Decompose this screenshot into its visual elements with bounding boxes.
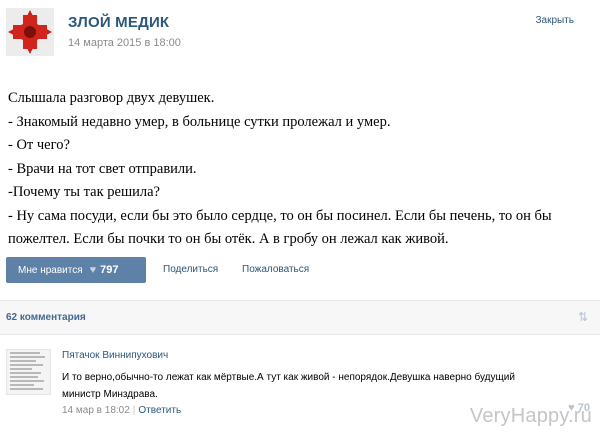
author-name[interactable]: ЗЛОЙ МЕДИК — [68, 14, 169, 31]
post-header: ЗЛОЙ МЕДИК 14 марта 2015 в 18:00 Закрыть — [0, 0, 600, 70]
red-cross-logo — [6, 8, 54, 56]
post-text-line: -Почему ты так решила? — [8, 184, 160, 200]
site-watermark: VeryHappy.ru — [469, 405, 592, 427]
share-link[interactable]: Поделиться — [163, 264, 218, 275]
post-date[interactable]: 14 марта 2015 в 18:00 — [68, 37, 181, 49]
comment-author[interactable]: Пятачок Виннипухович — [62, 350, 168, 361]
comments-header: 62 комментария ⇅ — [0, 300, 600, 335]
post-text-line: - Ну сама посуди, если бы это было сердц… — [8, 207, 552, 248]
post-actions: Мне нравится ♥ 797 Поделиться Пожаловать… — [6, 257, 596, 283]
author-avatar[interactable] — [6, 8, 54, 56]
post-text-line: Слышала разговор двух девушек. — [8, 90, 215, 106]
like-button[interactable]: Мне нравится ♥ 797 — [6, 257, 146, 283]
post-text-line: - От чего? — [8, 137, 70, 153]
post-text: Слышала разговор двух девушек. - Знакомы… — [8, 87, 592, 252]
report-link[interactable]: Пожаловаться — [242, 264, 309, 275]
comments-count[interactable]: 62 комментария — [6, 312, 86, 323]
close-button[interactable]: Закрыть — [535, 15, 574, 26]
like-count: 797 — [100, 264, 119, 276]
comment-meta: 14 мар в 18:02 | Ответить — [62, 405, 181, 416]
sort-arrows-icon[interactable]: ⇅ — [578, 310, 588, 324]
comment-avatar[interactable] — [6, 349, 51, 395]
reply-link[interactable]: Ответить — [138, 405, 181, 416]
post-text-line: - Врачи на тот свет отправили. — [8, 160, 197, 177]
meta-separator: | — [132, 405, 136, 416]
post-text-line: - Знакомый недавно умер, в больнице сутк… — [8, 113, 391, 130]
comment-text: И то верно,обычно-то лежат как мёртвые.А… — [62, 372, 515, 400]
like-label: Мне нравится — [18, 264, 83, 276]
heart-icon: ♥ — [89, 264, 97, 276]
comment-date[interactable]: 14 мар в 18:02 — [62, 405, 130, 416]
